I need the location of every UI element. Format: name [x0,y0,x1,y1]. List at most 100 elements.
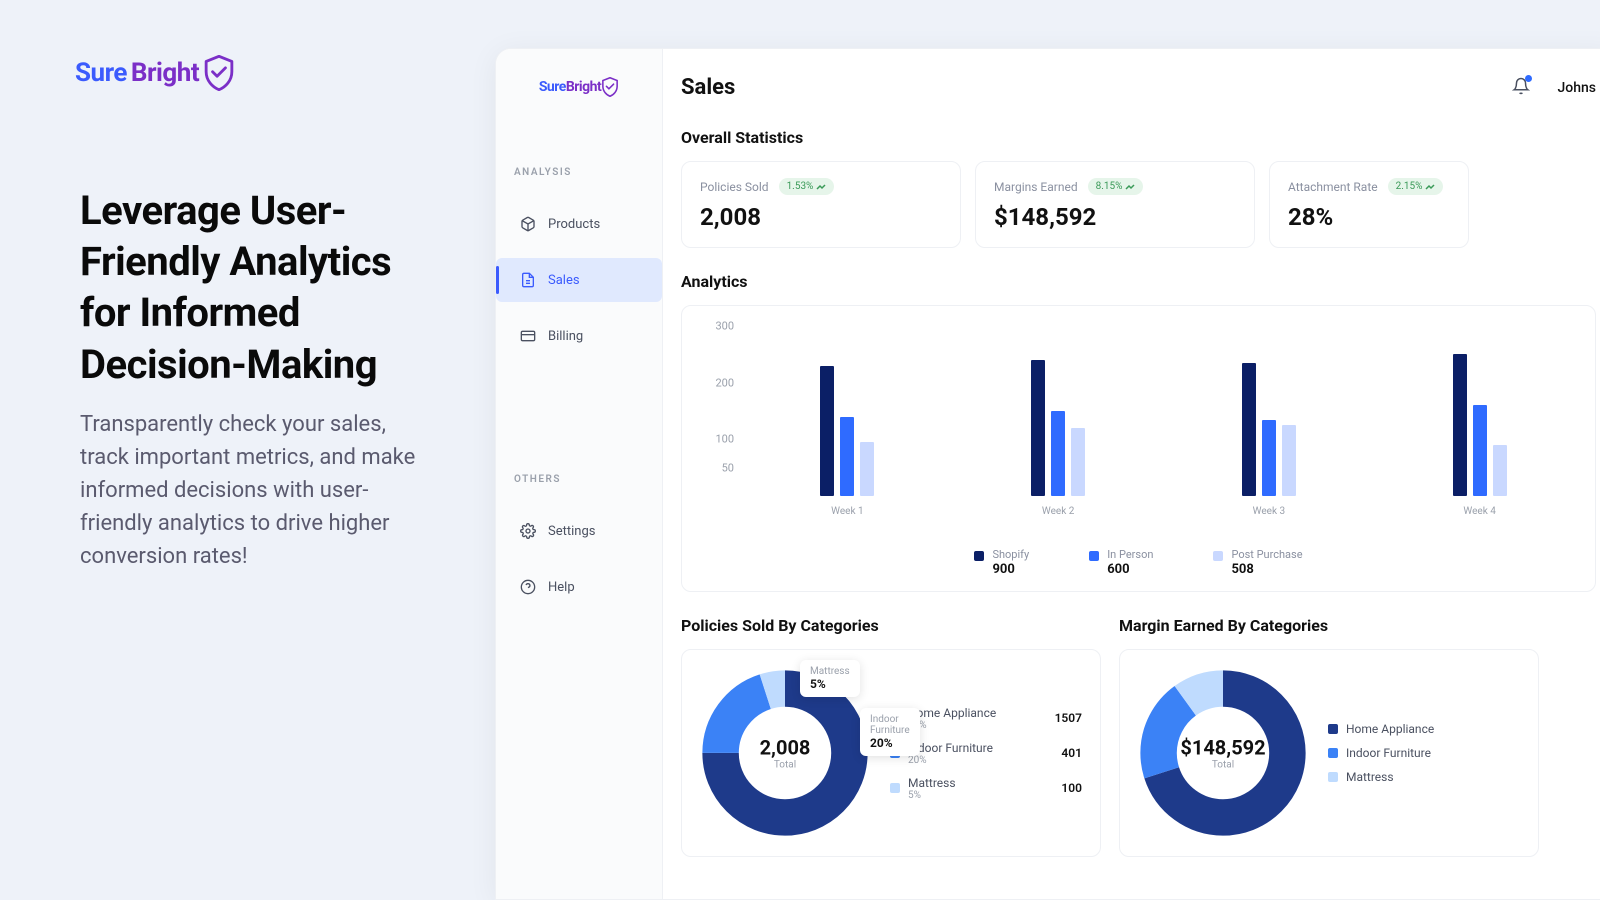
marketing-headline: Leverage User-Friendly Analytics for Inf… [80,185,420,390]
category-row: Home Appliance [1328,722,1520,736]
logo-text-bright-small: Bright [566,79,601,95]
sidebar-item-label: Billing [548,329,583,344]
chart-legend: Shopify 900 In Person 600 Post Purchase [692,548,1585,577]
bar [1453,354,1467,496]
week-group: Week 1 [742,326,953,526]
sidebar-item-label: Help [548,580,575,595]
stat-value: $148,592 [994,203,1236,231]
section-title-overall: Overall Statistics [681,128,1596,147]
bar [1473,405,1487,496]
trend-badge: 2.15% [1388,178,1444,195]
app-frame: SureBright ANALYSIS Products Sales Billi… [495,48,1600,900]
week-group: Week 4 [1374,326,1585,526]
stat-label: Margins Earned [994,180,1078,194]
stat-label: Attachment Rate [1288,180,1378,194]
trend-up-icon [1125,183,1135,191]
category-pct: 5% [908,790,956,801]
category-pct: 20% [908,755,993,766]
notification-dot [1525,75,1532,82]
credit-card-icon [520,328,536,344]
marketing-logo: SureBright [75,55,235,91]
bar [1262,420,1276,497]
category-value: 100 [1061,781,1082,795]
bar-chart: 50100200300 Week 1Week 2Week 3Week 4 [692,326,1585,536]
category-row: Mattress5% 100 [890,776,1082,801]
category-value: 401 [1061,746,1082,760]
category-value: 1507 [1055,711,1082,725]
logo-text-bright: Bright [131,58,199,88]
week-label: Week 2 [1042,506,1075,517]
document-icon [520,272,536,288]
sidebar-item-billing[interactable]: Billing [502,314,662,358]
week-group: Week 2 [953,326,1164,526]
policies-donut-chart: 2,008 Total Mattress 5% Indoor Furniture… [700,668,870,838]
bar [1493,445,1507,496]
policies-by-category-section: Policies Sold By Categories 2,008 Total … [681,616,1101,857]
week-label: Week 3 [1253,506,1286,517]
bar [840,417,854,496]
stat-value: 28% [1288,203,1450,231]
sidebar-item-label: Products [548,217,600,232]
topbar: Sales Johns [681,75,1596,100]
y-tick: 300 [715,320,734,333]
legend-name: Shopify [992,548,1029,562]
legend-item-inperson: In Person 600 [1089,548,1153,577]
marketing-subtitle: Transparently check your sales, track im… [80,408,430,573]
sidebar-item-settings[interactable]: Settings [502,509,662,553]
stat-label: Policies Sold [700,180,769,194]
category-name: Mattress [1346,770,1394,784]
stat-card-policies: Policies Sold 1.53% 2,008 [681,161,961,248]
notifications-button[interactable] [1512,77,1530,99]
stat-value: 2,008 [700,203,942,231]
donut-total: $148,592 [1180,736,1265,760]
category-swatch [1328,724,1338,734]
donut-total-label: Total [1180,760,1265,771]
category-swatch [1328,772,1338,782]
section-title-margin-cat: Margin Earned By Categories [1119,616,1539,635]
category-cards-row: Policies Sold By Categories 2,008 Total … [681,616,1596,857]
legend-name: In Person [1107,548,1153,562]
legend-item-post: Post Purchase 508 [1213,548,1302,577]
logo-text-sure: Sure [75,58,127,88]
main-content: Sales Johns Overall Statistics Policies … [663,49,1600,899]
user-name[interactable]: Johns [1558,80,1597,96]
category-pct: 75% [908,720,996,731]
category-name: Home Appliance [1346,722,1434,736]
donut-total: 2,008 [760,736,811,760]
stats-row: Policies Sold 1.53% 2,008 Margins Earned… [681,161,1596,248]
y-tick: 200 [715,376,734,389]
tooltip-mattress: Mattress 5% [800,660,860,697]
y-tick: 100 [715,433,734,446]
legend-value: 508 [1231,562,1302,577]
policies-by-category-card: 2,008 Total Mattress 5% Indoor Furniture… [681,649,1101,857]
logo-text-sure-small: Sure [539,79,566,95]
help-circle-icon [520,579,536,595]
sidebar-item-sales[interactable]: Sales [496,258,662,302]
sidebar-logo: SureBright [496,77,662,97]
category-name: Indoor Furniture [1346,746,1431,760]
category-name: Mattress [908,776,956,790]
sidebar-item-products[interactable]: Products [502,202,662,246]
sidebar-item-help[interactable]: Help [502,565,662,609]
stat-card-margins: Margins Earned 8.15% $148,592 [975,161,1255,248]
margin-by-category-section: Margin Earned By Categories $148,592 Tot… [1119,616,1539,857]
margin-category-list: Home Appliance Indoor Furniture Mattress [1328,722,1520,784]
category-swatch [890,783,900,793]
category-swatch [1328,748,1338,758]
sidebar-item-label: Settings [548,524,595,539]
legend-swatch [974,551,984,561]
page-title: Sales [681,75,735,100]
section-title-analytics: Analytics [681,272,1596,291]
sidebar-section-analysis: ANALYSIS [496,167,662,178]
sidebar-item-label: Sales [548,273,580,288]
bar [820,366,834,496]
trend-badge: 8.15% [1088,178,1144,195]
y-axis: 50100200300 [692,326,742,496]
legend-swatch [1089,551,1099,561]
week-group: Week 3 [1164,326,1375,526]
bar [1071,428,1085,496]
category-name: Indoor Furniture [908,741,993,755]
week-label: Week 1 [831,506,864,517]
legend-value: 900 [992,562,1029,577]
bar [1242,363,1256,496]
